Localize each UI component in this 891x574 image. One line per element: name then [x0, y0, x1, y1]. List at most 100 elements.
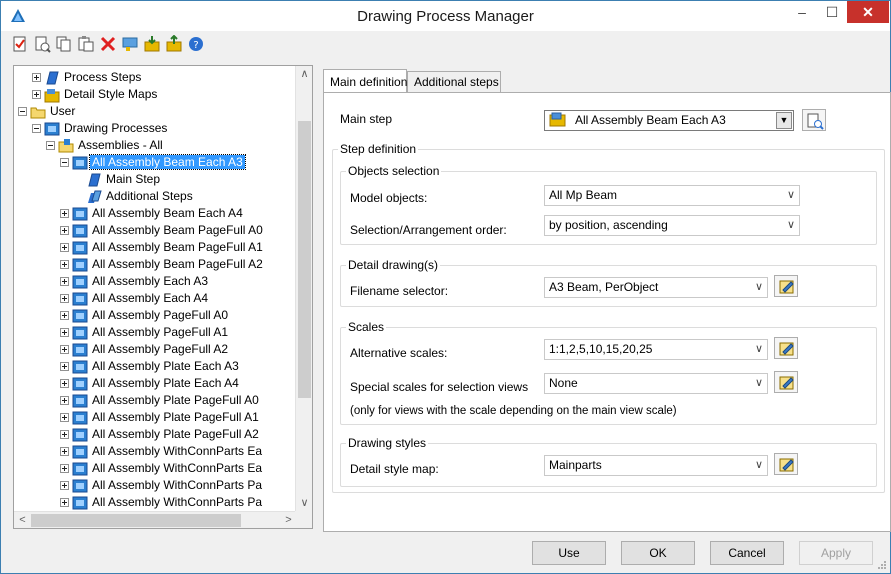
- resize-grip-icon[interactable]: [877, 560, 887, 570]
- tree-item[interactable]: All Assembly Beam Each A4: [60, 205, 245, 222]
- close-button[interactable]: ✕: [847, 1, 889, 23]
- tree-item[interactable]: All Assembly WithConnParts Ea: [60, 460, 264, 477]
- edit-detail-style-map-button[interactable]: [774, 453, 798, 475]
- expand-icon[interactable]: [60, 430, 69, 440]
- tree-item[interactable]: All Assembly Plate Each A3: [60, 358, 241, 375]
- paste-icon[interactable]: [77, 35, 95, 53]
- collapse-icon[interactable]: [46, 141, 55, 151]
- apply-button[interactable]: Apply: [799, 541, 873, 565]
- filename-selector-select[interactable]: A3 Beam, PerObject ∨: [544, 277, 768, 298]
- new-icon[interactable]: [11, 35, 29, 53]
- maximize-button[interactable]: ☐: [817, 1, 847, 23]
- scroll-down-button[interactable]: ∨: [296, 495, 312, 512]
- import-icon[interactable]: [143, 35, 161, 53]
- expand-icon[interactable]: [60, 498, 69, 508]
- tree-item[interactable]: All Assembly Beam PageFull A0: [60, 222, 265, 239]
- cancel-button[interactable]: Cancel: [710, 541, 784, 565]
- expand-icon[interactable]: [60, 260, 69, 270]
- expand-icon[interactable]: [60, 362, 69, 372]
- use-button[interactable]: Use: [532, 541, 606, 565]
- tree-item[interactable]: All Assembly PageFull A2: [60, 341, 230, 358]
- expand-icon[interactable]: [60, 294, 69, 304]
- tree-item[interactable]: All Assembly Plate Each A4: [60, 375, 241, 392]
- tree-item[interactable]: All Assembly WithConnParts Pa: [60, 477, 264, 494]
- expand-icon[interactable]: [60, 328, 69, 338]
- scroll-left-button[interactable]: <: [14, 512, 31, 528]
- expand-icon[interactable]: [32, 73, 41, 83]
- ok-button[interactable]: OK: [621, 541, 695, 565]
- chevron-down-icon[interactable]: ▼: [776, 112, 792, 129]
- tree-item[interactable]: All Assembly Each A4: [60, 290, 210, 307]
- additional-steps-icon: [86, 189, 102, 205]
- comment-icon[interactable]: [121, 35, 139, 53]
- alternative-scales-select[interactable]: 1:1,2,5,10,15,20,25 ∨: [544, 339, 768, 360]
- minimize-button[interactable]: –: [787, 1, 817, 23]
- tree-item[interactable]: Main Step: [74, 171, 162, 188]
- tree-item[interactable]: All Assembly Plate PageFull A2: [60, 426, 261, 443]
- tab-main-definition[interactable]: Main definition: [323, 69, 407, 92]
- tree-item[interactable]: Additional Steps: [74, 188, 195, 205]
- special-scales-select[interactable]: None ∨: [544, 373, 768, 394]
- tree-item[interactable]: All Assembly PageFull A1: [60, 324, 230, 341]
- expand-icon[interactable]: [60, 413, 69, 423]
- collapse-icon[interactable]: [60, 158, 69, 168]
- expand-icon[interactable]: [60, 243, 69, 253]
- main-step-select[interactable]: All Assembly Beam Each A3 ▼: [544, 110, 794, 131]
- process-icon: [72, 495, 88, 511]
- expand-icon[interactable]: [60, 464, 69, 474]
- drawing-styles-title: Drawing styles: [346, 436, 429, 450]
- tree-item[interactable]: All Assembly Beam Each A3: [60, 154, 246, 171]
- tree-item[interactable]: All Assembly WithConnParts Ea: [60, 443, 264, 460]
- tree-item[interactable]: All Assembly Beam PageFull A1: [60, 239, 265, 256]
- edit-alternative-scales-button[interactable]: [774, 337, 798, 359]
- tree-item[interactable]: Process Steps: [32, 69, 143, 86]
- tree-item[interactable]: All Assembly Plate PageFull A1: [60, 409, 261, 426]
- tree-horizontal-scrollbar[interactable]: < >: [14, 511, 297, 528]
- vertical-scroll-thumb[interactable]: [298, 121, 311, 398]
- browse-main-step-button[interactable]: [802, 109, 826, 131]
- tree-item[interactable]: Detail Style Maps: [32, 86, 159, 103]
- scroll-up-button[interactable]: ∧: [296, 66, 312, 83]
- expand-icon[interactable]: [60, 447, 69, 457]
- process-tree[interactable]: Process Steps Detail Style Maps User Drawin…: [13, 65, 313, 529]
- tree-item[interactable]: Assemblies - All: [46, 137, 165, 154]
- tree-vertical-scrollbar[interactable]: ∧ ∨: [295, 66, 312, 512]
- collapse-icon[interactable]: [18, 107, 27, 117]
- expand-icon[interactable]: [60, 311, 69, 321]
- tree-item[interactable]: All Assembly Plate PageFull A0: [60, 392, 261, 409]
- arrangement-order-select[interactable]: by position, ascending ∨: [544, 215, 800, 236]
- edit-special-scales-button[interactable]: [774, 371, 798, 393]
- tree-item[interactable]: User: [18, 103, 77, 120]
- detail-style-map-select[interactable]: Mainparts ∨: [544, 455, 768, 476]
- arrangement-order-value: by position, ascending: [549, 218, 668, 232]
- expand-icon[interactable]: [60, 379, 69, 389]
- expand-icon[interactable]: [60, 226, 69, 236]
- edit-filename-selector-button[interactable]: [774, 275, 798, 297]
- collapse-icon[interactable]: [32, 124, 41, 134]
- tab-additional-steps[interactable]: Additional steps: [407, 71, 501, 93]
- expand-icon[interactable]: [60, 277, 69, 287]
- tree-item[interactable]: Drawing Processes: [32, 120, 169, 137]
- tree-item-label: All Assembly Beam PageFull A1: [92, 240, 263, 255]
- expand-icon[interactable]: [60, 209, 69, 219]
- expand-icon[interactable]: [60, 396, 69, 406]
- tree-item[interactable]: All Assembly Beam PageFull A2: [60, 256, 265, 273]
- delete-icon[interactable]: [99, 35, 117, 53]
- model-objects-select[interactable]: All Mp Beam ∨: [544, 185, 800, 206]
- tree-item[interactable]: All Assembly WithConnParts Pa: [60, 494, 264, 511]
- export-icon[interactable]: [165, 35, 183, 53]
- copy-icon[interactable]: [55, 35, 73, 53]
- expand-icon[interactable]: [60, 345, 69, 355]
- tree-item-label: Additional Steps: [106, 189, 193, 204]
- expand-icon[interactable]: [60, 481, 69, 491]
- tree-item-label: Process Steps: [64, 70, 142, 85]
- tree-item[interactable]: All Assembly Each A3: [60, 273, 210, 290]
- special-scales-note: (only for views with the scale depending…: [350, 405, 677, 417]
- expand-icon[interactable]: [32, 90, 41, 100]
- arrangement-order-label: Selection/Arrangement order:: [350, 223, 507, 237]
- help-icon[interactable]: ?: [187, 35, 205, 53]
- open-icon[interactable]: [33, 35, 51, 53]
- horizontal-scroll-thumb[interactable]: [31, 514, 241, 527]
- tree-item[interactable]: All Assembly PageFull A0: [60, 307, 230, 324]
- edit-icon: [779, 458, 794, 472]
